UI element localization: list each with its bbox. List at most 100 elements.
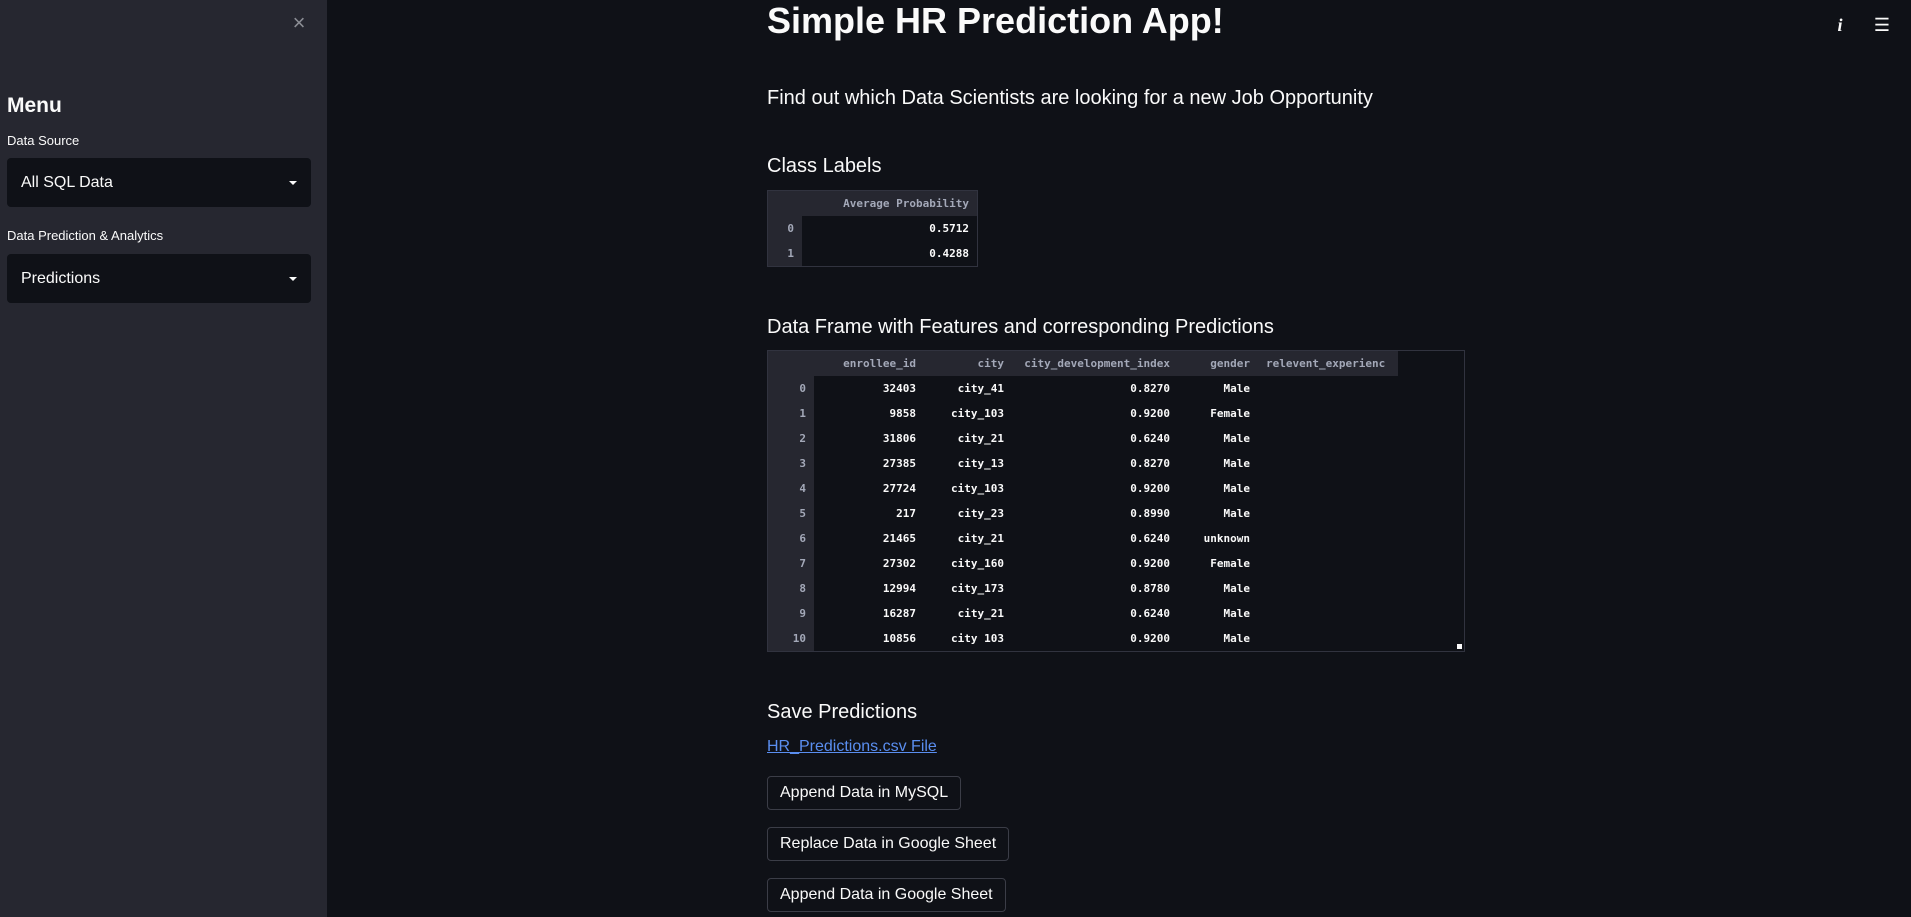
row-index: 1 [767,241,802,267]
table-cell: 0.6240 [1130,532,1170,545]
top-right-toolbar: i ☰ [1831,14,1891,36]
table-cell: 0.8270 [1130,382,1170,395]
column-header-enrollee-id[interactable]: enrollee_id [814,351,924,376]
dataframe-container[interactable]: enrollee_id city city_development_index gen… [767,350,1465,652]
row-index: 1 [768,401,814,426]
hamburger-menu-icon[interactable]: ☰ [1873,14,1891,36]
page-subtitle: Find out which Data Scientists are looki… [767,87,1373,109]
table-cell: city_160 [951,557,1004,570]
table-cell: Male [1223,632,1251,645]
data-source-label: Data Source [7,133,80,148]
row-index: 0 [768,376,814,401]
table-cell: city_103 [951,482,1004,495]
table-cell [1258,576,1398,601]
table-row: 1 9858 city_103 0.9200 Female [768,401,1398,426]
table-cell: city_21 [957,432,1004,445]
page-title: Simple HR Prediction App! [767,0,1224,41]
table-cell: 0.4288 [929,247,969,260]
sidebar-menu-title: Menu [7,94,62,117]
table-cell: city 103 [951,632,1004,645]
table-cell: unknown [1203,532,1250,545]
table-row: 0 32403 city_41 0.8270 Male [768,376,1398,401]
save-predictions-heading: Save Predictions [767,701,918,723]
table-row: 10 10856 city 103 0.9200 Male [768,626,1398,651]
table-cell: 31806 [882,432,916,445]
row-index: 8 [768,576,814,601]
table-cell [1258,626,1398,651]
row-index: 5 [768,501,814,526]
table-cell: 0.6240 [1130,607,1170,620]
table-cell: 0.9200 [1130,482,1170,495]
data-source-select[interactable]: All SQL Data [7,158,311,207]
table-cell: Male [1223,482,1251,495]
table-row: 0 0.5712 [767,216,978,241]
table-cell: city_41 [957,382,1004,395]
chevron-down-icon [289,180,297,185]
table-cell [1258,551,1398,576]
close-sidebar-icon[interactable]: × [290,12,308,34]
table-row: 3 27385 city_13 0.8270 Male [768,451,1398,476]
table-cell: 16287 [882,607,916,620]
table-cell: 0.9200 [1130,407,1170,420]
table-cell: city_21 [957,607,1004,620]
app-root: × Menu Data Source All SQL Data Data Pre… [0,0,1911,917]
table-cell: city_23 [957,507,1004,520]
resize-handle[interactable] [1457,644,1462,649]
table-cell: 0.6240 [1130,432,1170,445]
table-cell: Female [1210,557,1250,570]
column-header-gender[interactable]: gender [1178,351,1258,376]
table-cell: Male [1223,582,1251,595]
dataframe-table: enrollee_id city city_development_index gen… [768,351,1398,651]
class-labels-heading: Class Labels [767,155,882,177]
column-header-city[interactable]: city [924,351,1012,376]
row-index: 10 [768,626,814,651]
row-index: 3 [768,451,814,476]
info-icon[interactable]: i [1831,14,1849,36]
table-cell: 0.8270 [1130,457,1170,470]
table-header-row: enrollee_id city city_development_index gen… [768,351,1398,376]
table-cell: 27724 [882,482,916,495]
index-header-cell [768,351,814,376]
append-google-sheet-button[interactable]: Append Data in Google Sheet [767,878,1006,912]
table-cell: 21465 [882,532,916,545]
table-cell [1258,526,1398,551]
table-cell [1258,501,1398,526]
csv-download-link[interactable]: HR_Predictions.csv File [767,738,937,756]
sidebar: × Menu Data Source All SQL Data Data Pre… [0,0,327,917]
data-source-value: All SQL Data [21,173,113,191]
table-cell: 9858 [889,407,917,420]
table-row: 2 31806 city_21 0.6240 Male [768,426,1398,451]
table-cell: city_13 [957,457,1004,470]
table-cell: 0.9200 [1130,557,1170,570]
prediction-analytics-select[interactable]: Predictions [7,254,311,303]
table-row: 9 16287 city_21 0.6240 Male [768,601,1398,626]
class-labels-table: Average Probability 0 0.5712 1 0.4288 [767,190,978,267]
table-cell: 32403 [882,382,916,395]
table-cell: 0.8990 [1130,507,1170,520]
table-cell [1258,451,1398,476]
table-cell [1258,376,1398,401]
column-header-relevent-experienc[interactable]: relevent_experienc [1258,351,1398,376]
table-cell: 27302 [882,557,916,570]
table-cell: city_21 [957,532,1004,545]
column-header-city-development-index[interactable]: city_development_index [1012,351,1178,376]
table-cell [1258,401,1398,426]
table-cell: 0.8780 [1130,582,1170,595]
table-cell: 27385 [882,457,916,470]
table-cell: Male [1223,507,1251,520]
table-cell [1258,601,1398,626]
prediction-analytics-label: Data Prediction & Analytics [7,228,164,243]
table-cell [1258,476,1398,501]
table-cell: 217 [896,507,916,520]
table-cell: Female [1210,407,1250,420]
row-index: 6 [768,526,814,551]
replace-google-sheet-button[interactable]: Replace Data in Google Sheet [767,827,1010,861]
append-mysql-button[interactable]: Append Data in MySQL [767,776,962,810]
table-cell: city_173 [951,582,1004,595]
row-index: 9 [768,601,814,626]
row-index: 7 [768,551,814,576]
table-header-cell[interactable]: Average Probability [802,190,978,216]
table-cell: 12994 [882,582,916,595]
table-row: 1 0.4288 [767,241,978,267]
table-cell: 0.9200 [1130,632,1170,645]
